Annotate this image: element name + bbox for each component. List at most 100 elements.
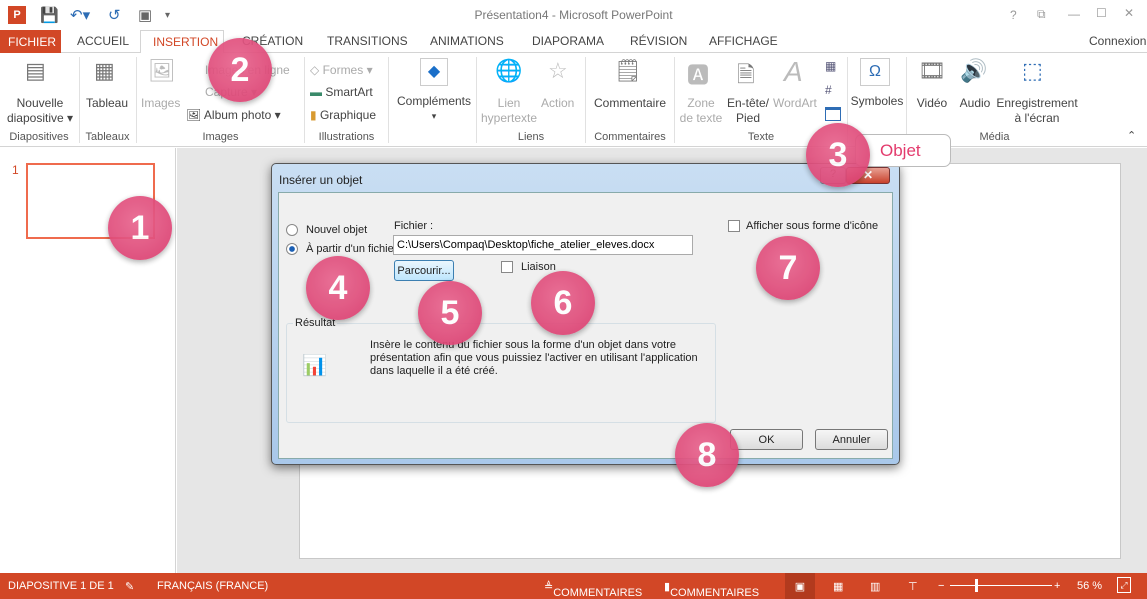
screen-recording-button[interactable]: Enregistrement à l'écran	[995, 96, 1079, 126]
signin-link[interactable]: Connexion	[1089, 34, 1146, 48]
wordart-icon: A	[784, 56, 803, 87]
tab-accueil[interactable]: ACCUEIL	[77, 34, 129, 48]
shapes-label: Formes ▾	[322, 63, 373, 77]
new-object-radio[interactable]	[286, 224, 298, 236]
hyperlink-label: Lien	[497, 96, 521, 110]
notes-label: COMMENTAIRES	[553, 587, 643, 599]
slide-count-status: DIAPOSITIVE 1 DE 1	[8, 580, 114, 592]
header-footer-icon: 🗎	[737, 62, 755, 87]
ribbon-display-button[interactable]: ⧉	[1037, 7, 1046, 22]
step-marker-2: 2	[208, 38, 272, 102]
group-label: Liens	[517, 131, 545, 143]
new-slide-icon: ▤	[25, 58, 46, 83]
shapes-button[interactable]: ◇ Formes ▾	[310, 63, 373, 78]
textbox-label: Zone	[687, 96, 715, 110]
link-checkbox[interactable]	[501, 261, 513, 273]
reading-view-icon[interactable]: ▥	[870, 580, 880, 593]
header-footer-label-2: Pied	[735, 111, 761, 125]
smartart-button[interactable]: ▬ SmartArt	[310, 85, 373, 100]
group-label: Commentaires	[594, 131, 666, 143]
header-footer-label: En-tête/	[726, 96, 770, 110]
close-button[interactable]: ✕	[1124, 6, 1134, 20]
video-icon: 🎞	[918, 58, 946, 83]
video-button[interactable]: Vidéo	[912, 96, 952, 111]
fit-to-window-icon[interactable]: ⤢	[1117, 577, 1131, 593]
audio-icon: 🔊	[960, 58, 988, 83]
tab-transitions[interactable]: TRANSITIONS	[327, 34, 408, 48]
object-icon[interactable]	[825, 107, 841, 121]
screen-recording-label: Enregistrement	[996, 96, 1078, 110]
step-marker-4: 4	[306, 256, 370, 320]
from-file-label: À partir d'un fichier	[306, 243, 398, 255]
tab-affichage[interactable]: AFFICHAGE	[709, 34, 778, 48]
normal-view-icon[interactable]: ▣	[785, 573, 815, 599]
tab-animations[interactable]: ANIMATIONS	[430, 34, 504, 48]
link-label: Liaison	[521, 261, 556, 273]
step-marker-6: 6	[531, 271, 595, 335]
from-file-radio[interactable]	[286, 243, 298, 255]
action-button[interactable]: Action	[541, 96, 574, 111]
spellcheck-icon[interactable]: ✎	[125, 580, 134, 593]
language-status[interactable]: FRANÇAIS (FRANCE)	[157, 580, 268, 592]
images-button[interactable]: Images	[141, 96, 180, 111]
ok-button[interactable]: OK	[730, 429, 803, 450]
comment-icon: 🗒	[614, 58, 642, 83]
date-time-icon[interactable]: ▦	[825, 59, 836, 73]
album-label: Album photo	[203, 108, 272, 122]
file-path-input[interactable]	[393, 235, 693, 255]
chart-label: Graphique	[319, 108, 376, 122]
step-marker-1: 1	[108, 196, 172, 260]
header-footer-button[interactable]: En-tête/Pied	[724, 96, 772, 126]
tab-insertion[interactable]: INSERTION	[140, 30, 224, 54]
ribbon: ▤ Nouvelle diapositive ▾ Diapositives ▦ …	[0, 53, 1147, 147]
comments-button[interactable]: ▮ COMMENTAIRES	[664, 580, 759, 599]
new-object-label: Nouvel objet	[306, 224, 368, 236]
hyperlink-button[interactable]: Lien hypertexte	[478, 96, 540, 126]
slideshow-view-icon[interactable]: ⊤	[908, 580, 918, 593]
smartart-label: SmartArt	[325, 85, 373, 99]
zoom-slider[interactable]	[950, 585, 1052, 586]
new-slide-label: Nouvelle	[16, 96, 64, 110]
step-marker-8: 8	[675, 423, 739, 487]
collapse-ribbon-icon[interactable]: ⌃	[1127, 129, 1136, 142]
comments-label: COMMENTAIRES	[670, 587, 760, 599]
window-title: Présentation4 - Microsoft PowerPoint	[474, 8, 673, 22]
screen-recording-label-2: à l'écran	[1014, 111, 1060, 125]
album-photo-button[interactable]: 🖼 Album photo ▾	[186, 108, 281, 123]
group-label: Illustrations	[318, 131, 375, 143]
textbox-label-2: de texte	[679, 111, 723, 125]
slide-number-icon[interactable]: #	[825, 83, 832, 97]
notes-button[interactable]: ≜ COMMENTAIRES	[544, 580, 642, 599]
wordart-button[interactable]: WordArt	[773, 96, 817, 111]
maximize-button[interactable]: ☐	[1096, 6, 1107, 20]
comment-button[interactable]: Commentaire	[588, 96, 672, 111]
textbox-button[interactable]: Zone de texte	[676, 96, 726, 126]
zoom-level[interactable]: 56 %	[1077, 580, 1102, 592]
step-marker-7: 7	[756, 236, 820, 300]
ribbon-tabs: FICHIER ACCUEIL INSERTION CRÉATION TRANS…	[0, 30, 1147, 54]
addins-icon: ◆	[420, 58, 448, 86]
symbols-button[interactable]: Symboles	[850, 94, 904, 109]
zoom-out-button[interactable]: −	[938, 580, 944, 592]
symbol-icon: Ω	[860, 58, 890, 86]
minimize-button[interactable]: —	[1068, 7, 1080, 21]
group-label: Images	[202, 131, 239, 143]
show-icon-checkbox[interactable]	[728, 220, 740, 232]
slide-sorter-icon[interactable]: ▦	[833, 580, 843, 593]
hyperlink-label-2: hypertexte	[480, 111, 538, 125]
tab-revision[interactable]: RÉVISION	[630, 34, 687, 48]
tab-diaporama[interactable]: DIAPORAMA	[532, 34, 604, 48]
cancel-button[interactable]: Annuler	[815, 429, 888, 450]
help-button[interactable]: ?	[1010, 8, 1017, 22]
zoom-in-button[interactable]: +	[1054, 580, 1060, 592]
browse-button[interactable]: Parcourir...	[394, 260, 454, 281]
chart-button[interactable]: ▮ Graphique	[310, 108, 376, 123]
addins-label: Compléments	[396, 94, 472, 108]
hyperlink-icon: 🌐	[495, 58, 523, 83]
zoom-slider-thumb[interactable]	[975, 579, 978, 592]
step-marker-3: 3	[806, 123, 870, 187]
embedded-object-icon: 📊	[302, 355, 327, 377]
tab-fichier[interactable]: FICHIER	[0, 30, 61, 53]
audio-button[interactable]: Audio	[955, 96, 995, 111]
action-icon: ☆	[548, 58, 568, 83]
